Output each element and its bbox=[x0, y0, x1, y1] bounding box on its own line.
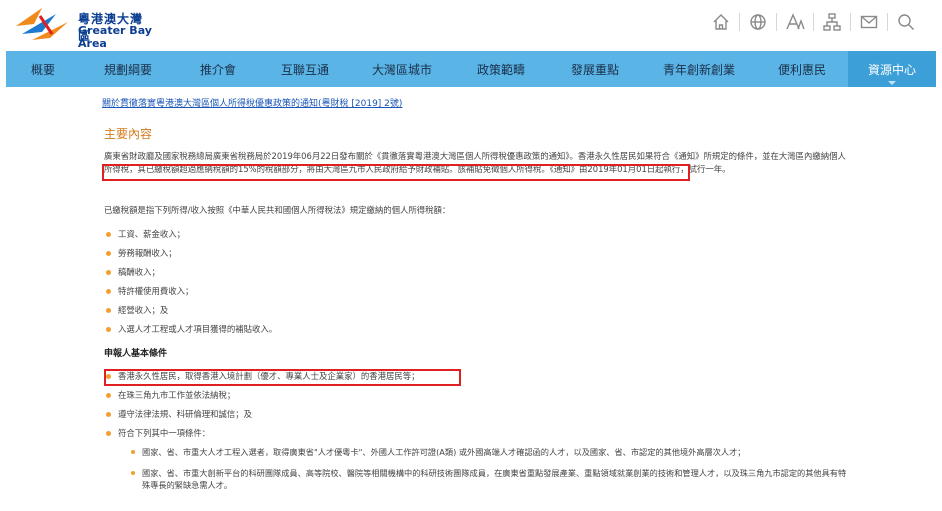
list-item-text: 符合下列其中一項條件： bbox=[118, 428, 211, 438]
list-item-text: 特許權使用費收入； bbox=[118, 286, 194, 296]
list-item: 稿酬收入； bbox=[104, 263, 277, 282]
nav-item-youth-entrepreneurship[interactable]: 青年創新創業 bbox=[642, 51, 756, 87]
nav-item-development-focus[interactable]: 發展重點 bbox=[548, 51, 642, 87]
list-item: 符合下列其中一項條件： bbox=[104, 424, 420, 443]
nav-item-label: 發展重點 bbox=[570, 62, 619, 77]
nav-item-label: 青年創新創業 bbox=[662, 62, 735, 77]
highlight-box-residency bbox=[104, 369, 461, 386]
nav-item-cities[interactable]: 大灣區城市 bbox=[350, 51, 454, 87]
nav-item-outline-plan[interactable]: 規劃綱要 bbox=[80, 51, 176, 87]
logo-english-text: Greater Bay Area bbox=[78, 24, 152, 50]
header-tools bbox=[703, 10, 924, 34]
font-size-icon[interactable] bbox=[777, 10, 813, 34]
bullet-icon bbox=[106, 431, 111, 436]
sub-conditions-list: 國家、省、市重大人才工程入選者，取得廣東省"人才優粵卡"、外國人工作許可證(A類… bbox=[130, 446, 850, 500]
mail-icon[interactable] bbox=[851, 10, 887, 34]
list-item-text: 稿酬收入； bbox=[118, 267, 160, 277]
nav-item-label: 便利惠民 bbox=[777, 62, 826, 77]
highlight-box-subsidy bbox=[102, 164, 690, 181]
list-item: 國家、省、市重大創新平台的科研團隊成員、高等院校、醫院等相關機構中的科研技術團隊… bbox=[130, 467, 850, 491]
list-item-text: 遵守法律法規、科研倫理和誠信；及 bbox=[118, 409, 252, 419]
bullet-icon bbox=[131, 471, 135, 475]
nav-item-label: 互聯互通 bbox=[280, 62, 329, 77]
list-item-text: 經營收入；及 bbox=[118, 305, 169, 315]
bullet-icon bbox=[106, 251, 111, 256]
list-item-text: 入選人才工程或人才項目獲得的補貼收入。 bbox=[118, 324, 278, 334]
nav-item-convenience[interactable]: 便利惠民 bbox=[756, 51, 848, 87]
list-item: 遵守法律法規、科研倫理和誠信；及 bbox=[104, 405, 420, 424]
gba-logo-icon bbox=[16, 8, 68, 40]
section-title: 主要內容 bbox=[104, 127, 153, 141]
bullet-icon bbox=[106, 412, 111, 417]
site-logo[interactable]: 粵港澳大灣區 Greater Bay Area bbox=[12, 4, 152, 50]
nav-item-label: 資源中心 bbox=[867, 62, 916, 77]
list-item: 在珠三角九市工作並依法納稅； bbox=[104, 386, 420, 405]
list-item-text: 在珠三角九市工作並依法納稅； bbox=[118, 390, 236, 400]
nav-item-label: 概要 bbox=[30, 62, 55, 77]
nav-item-label: 大灣區城市 bbox=[371, 62, 432, 77]
main-nav: 概要 規劃綱要 推介會 互聯互通 大灣區城市 政策範疇 發展重點 青年創新創業 … bbox=[6, 51, 936, 87]
bullet-icon bbox=[106, 308, 111, 313]
list-item: 經營收入；及 bbox=[104, 301, 277, 320]
bullet-icon bbox=[106, 270, 111, 275]
nav-item-connectivity[interactable]: 互聯互通 bbox=[260, 51, 350, 87]
nav-item-resource-centre[interactable]: 資源中心 bbox=[848, 51, 936, 87]
list-item: 入選人才工程或人才項目獲得的補貼收入。 bbox=[104, 320, 277, 339]
site-header: 粵港澳大灣區 Greater Bay Area bbox=[0, 0, 942, 50]
policy-notice-link[interactable]: 關於貫徹落實粵港澳大灣區個人所得稅優惠政策的通知(粵財稅 [2019] 2號) bbox=[102, 96, 402, 109]
list-item: 國家、省、市重大人才工程入選者，取得廣東省"人才優粵卡"、外國人工作許可證(A類… bbox=[130, 446, 850, 458]
nav-item-label: 政策範疇 bbox=[476, 62, 525, 77]
bullet-icon bbox=[106, 289, 111, 294]
list-item-text: 國家、省、市重大人才工程入選者，取得廣東省"人才優粵卡"、外國人工作許可證(A類… bbox=[142, 447, 746, 457]
taxable-income-intro: 已繳稅額是指下列所得/收入按照《中華人民共和國個人所得稅法》規定繳納的個人所得稅… bbox=[104, 205, 451, 215]
bullet-icon bbox=[106, 327, 111, 332]
nav-item-label: 推介會 bbox=[199, 62, 236, 77]
list-item-text: 國家、省、市重大創新平台的科研團隊成員、高等院校、醫院等相關機構中的科研技術團隊… bbox=[142, 468, 847, 490]
list-item-text: 勞務報酬收入； bbox=[118, 248, 177, 258]
list-item: 特許權使用費收入； bbox=[104, 282, 277, 301]
search-icon[interactable] bbox=[888, 10, 924, 34]
list-item: 工資、薪金收入； bbox=[104, 225, 277, 244]
bullet-icon bbox=[106, 393, 111, 398]
caret-down-icon bbox=[888, 81, 896, 85]
bullet-icon bbox=[106, 232, 111, 237]
list-item-text: 工資、薪金收入； bbox=[118, 229, 185, 239]
conditions-heading: 申報人基本條件 bbox=[104, 349, 168, 359]
nav-item-label: 規劃綱要 bbox=[103, 62, 152, 77]
nav-item-policy-areas[interactable]: 政策範疇 bbox=[454, 51, 548, 87]
list-item: 勞務報酬收入； bbox=[104, 244, 277, 263]
income-list: 工資、薪金收入； 勞務報酬收入； 稿酬收入； 特許權使用費收入； 經營收入；及 … bbox=[104, 225, 277, 339]
globe-icon[interactable] bbox=[740, 10, 776, 34]
home-icon[interactable] bbox=[703, 10, 739, 34]
sitemap-icon[interactable] bbox=[814, 10, 850, 34]
nav-item-promotion[interactable]: 推介會 bbox=[176, 51, 260, 87]
nav-item-overview[interactable]: 概要 bbox=[6, 51, 80, 87]
bullet-icon bbox=[131, 450, 135, 454]
